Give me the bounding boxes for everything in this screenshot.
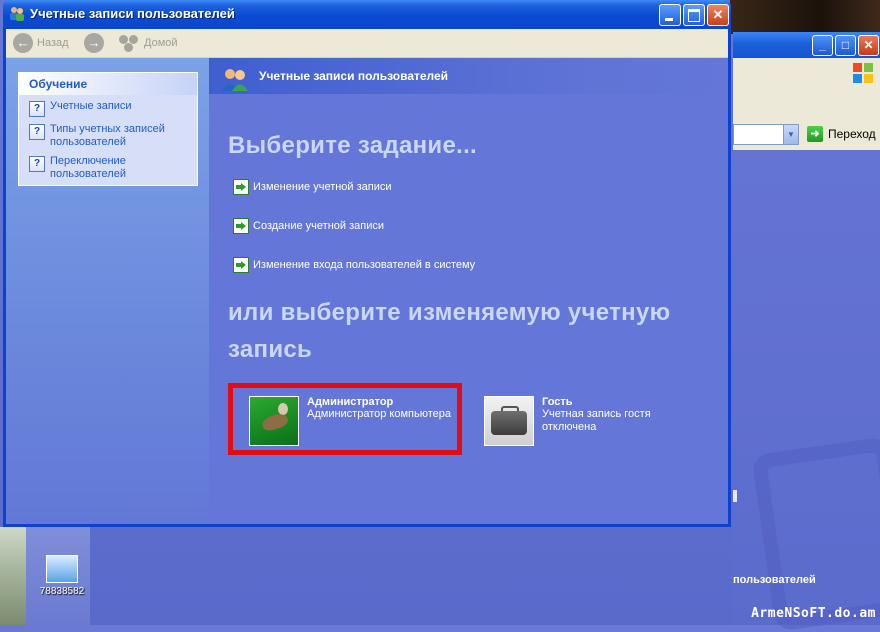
sidebar-item-account-types[interactable]: ? Типы учетных записей пользователей — [29, 123, 193, 149]
background-photo-left — [0, 527, 26, 625]
learn-panel: Обучение ? Учетные записи ? Типы учетных… — [18, 72, 198, 186]
account-guest[interactable]: Гость Учетная запись гостя отключена — [484, 396, 651, 446]
go-button[interactable]: Переход — [828, 127, 876, 141]
account-heading-line-2: запись — [228, 336, 313, 363]
user-accounts-icon — [222, 69, 248, 91]
forward-button[interactable]: → — [84, 33, 104, 53]
forward-arrow-icon: → — [84, 33, 104, 53]
maximize-button[interactable] — [683, 4, 705, 26]
user-accounts-window: Учетные записи пользователей ✕ ← Назад →… — [3, 0, 731, 527]
account-description-line-1: Учетная запись гостя — [542, 408, 651, 420]
green-arrow-icon — [233, 218, 249, 234]
task-change-account[interactable]: Изменение учетной записи — [233, 179, 392, 195]
bg-minimize-button[interactable]: _ — [812, 35, 833, 56]
background-toolbar — [733, 88, 880, 122]
background-window-body: пользователей — [733, 150, 880, 632]
content-header: Учетные записи пользователей — [209, 58, 728, 94]
background-ie-window: _ □ ✕ ▼ ➜ Переход пользователей — [733, 32, 880, 632]
guest-text: Гость Учетная запись гостя отключена — [542, 396, 651, 446]
sidebar-item-label[interactable]: Типы учетных записей пользователей — [50, 123, 193, 149]
go-arrow-icon[interactable]: ➜ — [807, 126, 823, 142]
close-button[interactable]: ✕ — [707, 4, 729, 26]
windows-flag-icon — [853, 63, 873, 83]
background-partial-text: пользователей — [733, 574, 816, 586]
task-create-account[interactable]: Создание учетной записи — [233, 218, 384, 234]
background-nub — [733, 490, 737, 502]
home-users-icon — [118, 34, 140, 52]
help-icon: ? — [29, 124, 45, 140]
watermark-graphic — [751, 436, 880, 632]
task-label[interactable]: Изменение входа пользователей в систему — [253, 259, 475, 271]
sidebar: Обучение ? Учетные записи ? Типы учетных… — [6, 58, 209, 524]
main-content: Учетные записи пользователей Выберите за… — [209, 58, 728, 524]
selection-highlight — [228, 383, 462, 455]
back-label: Назад — [37, 37, 69, 49]
back-button[interactable]: ← Назад — [13, 33, 69, 53]
home-icon-dot-3 — [124, 43, 133, 52]
desktop-icon-label[interactable]: 78838582 — [30, 586, 94, 597]
background-photo — [730, 0, 880, 34]
window-title: Учетные записи пользователей — [30, 6, 235, 21]
help-icon: ? — [29, 156, 45, 172]
account-name[interactable]: Гость — [542, 396, 651, 408]
task-label[interactable]: Создание учетной записи — [253, 220, 384, 232]
account-description-line-2: отключена — [542, 421, 597, 433]
task-label[interactable]: Изменение учетной записи — [253, 181, 392, 193]
home-label: Домой — [144, 37, 178, 49]
sidebar-item-label[interactable]: Учетные записи — [50, 100, 132, 113]
back-arrow-icon: ← — [13, 33, 33, 53]
learn-panel-body: ? Учетные записи ? Типы учетных записей … — [19, 95, 197, 185]
bg-maximize-button[interactable]: □ — [835, 35, 856, 56]
green-arrow-icon — [233, 179, 249, 195]
guest-picture[interactable] — [484, 396, 534, 446]
help-icon: ? — [29, 101, 45, 117]
task-change-logon[interactable]: Изменение входа пользователей в систему — [233, 257, 475, 273]
content-header-title: Учетные записи пользователей — [259, 69, 449, 83]
navigation-toolbar: ← Назад → Домой — [6, 29, 728, 58]
watermark-text: ArmeNSoFT.do.am — [751, 606, 876, 621]
learn-panel-title: Обучение — [19, 73, 197, 95]
window-bottom-border — [3, 524, 731, 527]
task-heading: Выберите задание... — [228, 132, 478, 159]
window-titlebar[interactable]: Учетные записи пользователей ✕ — [3, 0, 731, 29]
desktop-image-icon[interactable] — [46, 555, 78, 583]
chevron-down-icon[interactable]: ▼ — [783, 124, 799, 145]
bg-close-button[interactable]: ✕ — [858, 35, 879, 56]
window-body: Обучение ? Учетные записи ? Типы учетных… — [6, 58, 728, 524]
background-address-bar: ▼ ➜ Переход — [733, 122, 880, 151]
background-window-titlebar: _ □ ✕ — [733, 32, 880, 58]
sidebar-item-switching-users[interactable]: ? Переключение пользователей — [29, 155, 193, 181]
minimize-button[interactable] — [659, 4, 681, 26]
account-heading-line-1: или выберите изменяемую учетную — [228, 299, 671, 326]
green-arrow-icon — [233, 257, 249, 273]
home-button[interactable]: Домой — [118, 33, 178, 53]
sidebar-item-label[interactable]: Переключение пользователей — [50, 155, 193, 181]
sidebar-item-accounts[interactable]: ? Учетные записи — [29, 100, 193, 117]
background-menu-bar — [733, 58, 880, 88]
users-icon — [10, 7, 24, 21]
